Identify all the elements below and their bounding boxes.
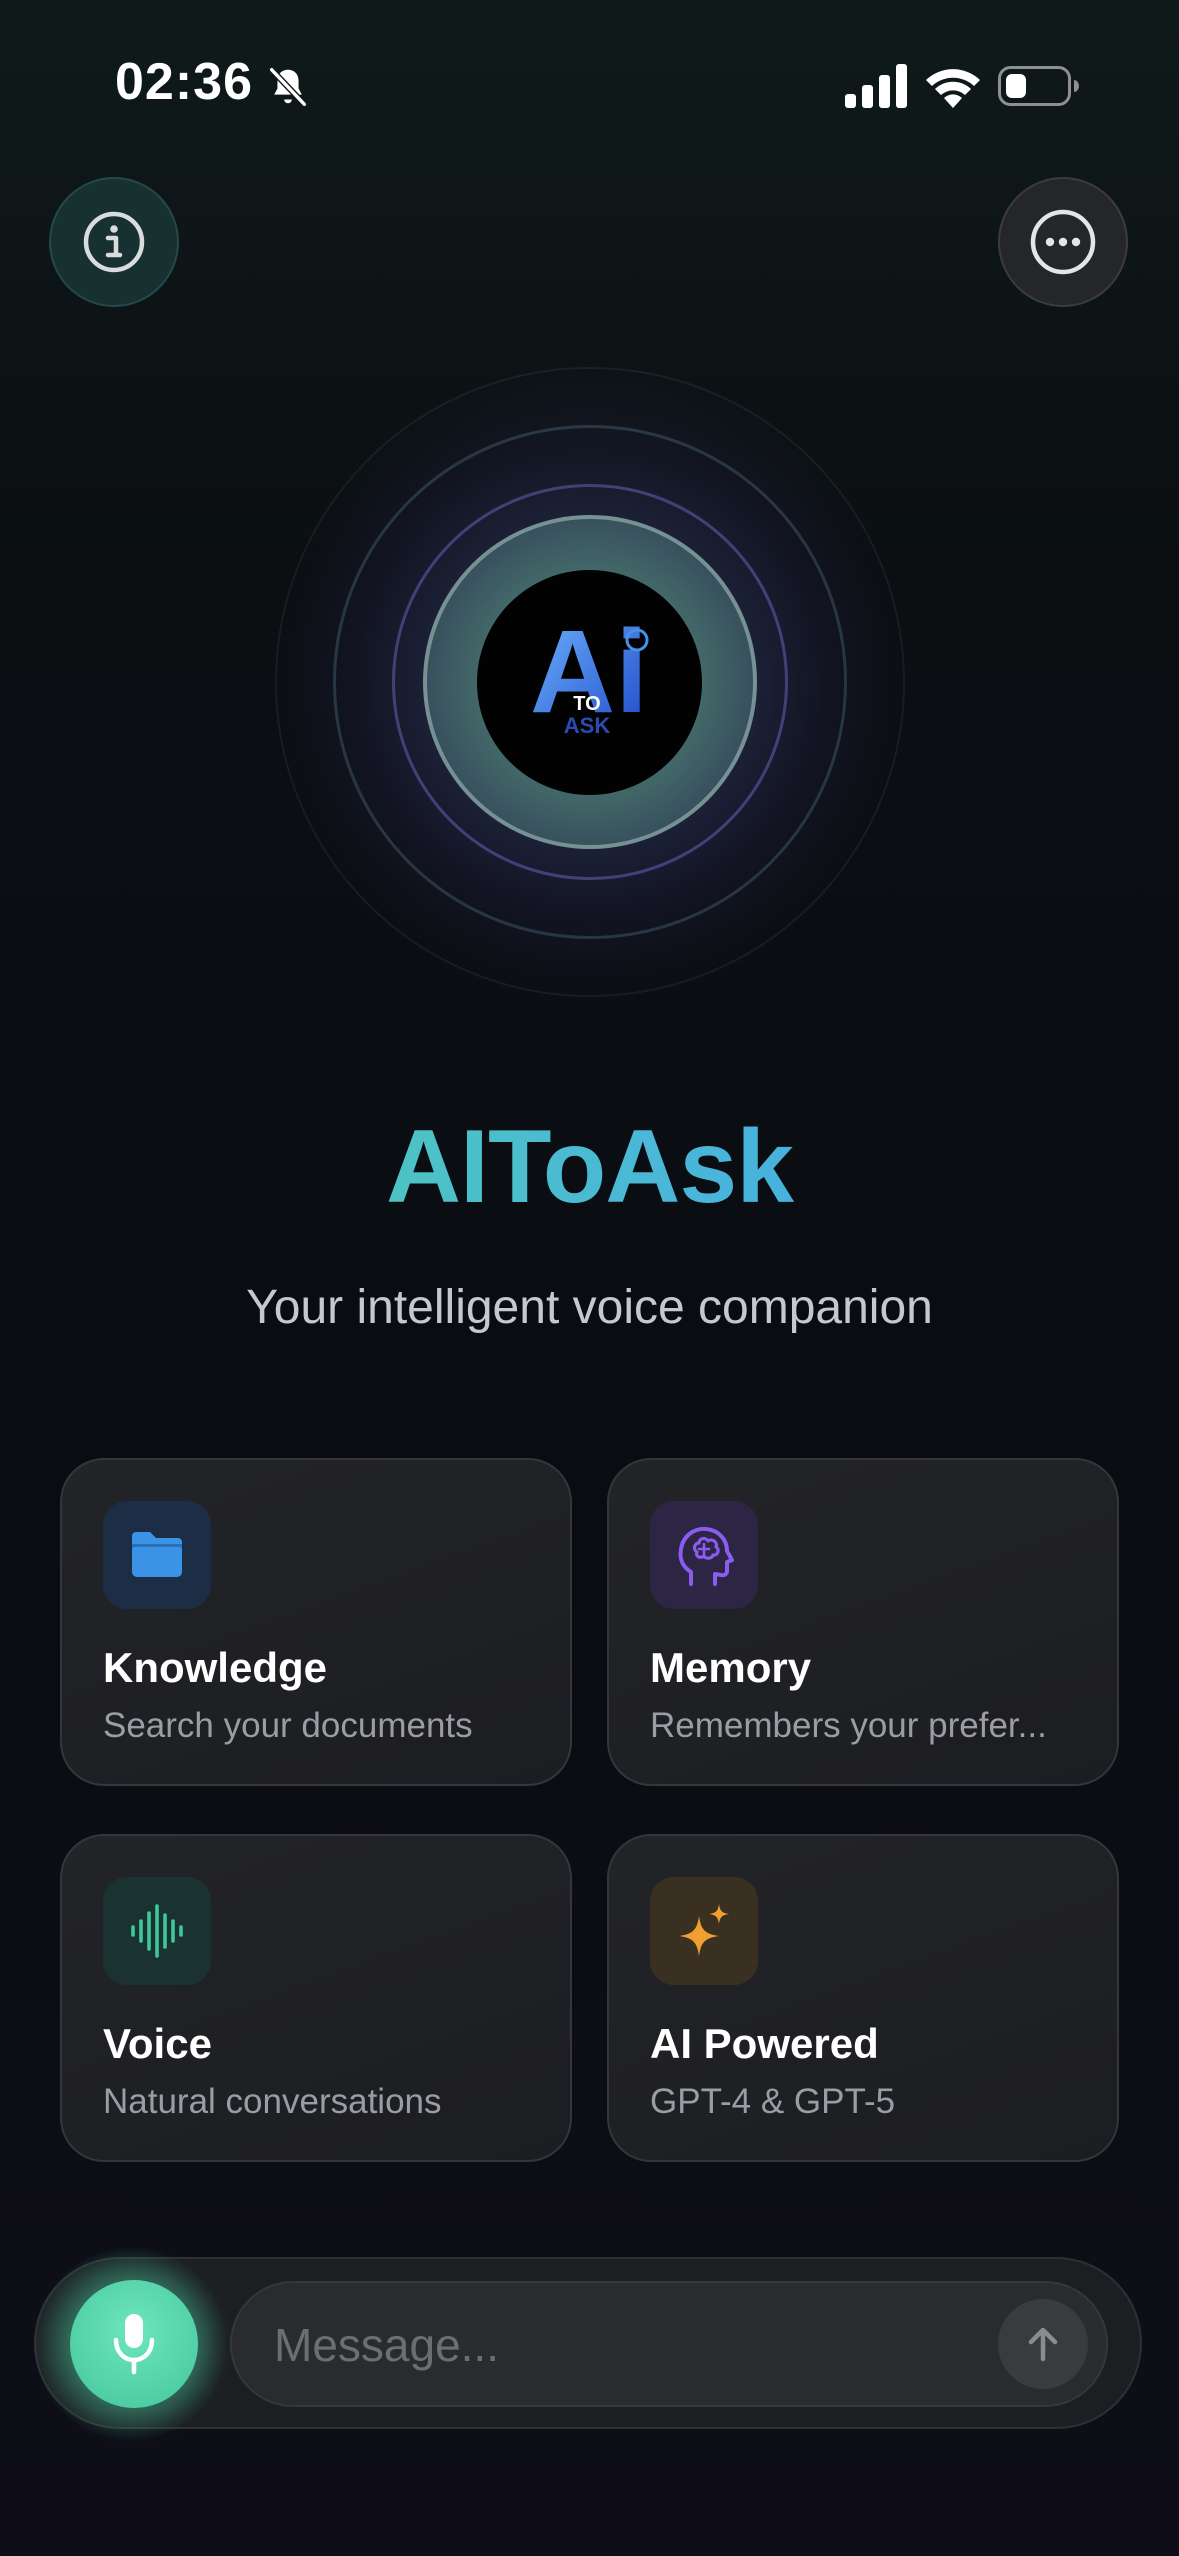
folder-icon <box>132 1532 182 1577</box>
more-button[interactable] <box>998 177 1128 307</box>
brain-head-icon <box>678 1526 734 1586</box>
brain-icon-tile <box>650 1501 758 1609</box>
info-button[interactable] <box>49 177 179 307</box>
sparkles-icon-tile <box>650 1877 758 1985</box>
app-logo[interactable]: Ai TO ASK <box>477 570 702 795</box>
folder-icon-tile <box>103 1501 211 1609</box>
app-subtitle: Your intelligent voice companion <box>246 1281 933 1334</box>
info-icon <box>83 211 145 273</box>
microphone-button[interactable] <box>70 2280 198 2408</box>
wifi-icon <box>926 69 980 108</box>
message-input[interactable] <box>272 2283 976 2407</box>
feature-title: Voice <box>103 2020 212 2067</box>
feature-description: Natural conversations <box>103 2082 442 2121</box>
microphone-icon <box>113 2314 155 2375</box>
feature-card-ai-powered[interactable]: AI Powered GPT-4 & GPT-5 <box>607 1834 1119 2162</box>
feature-card-knowledge[interactable]: Knowledge Search your documents <box>60 1458 572 1786</box>
waveform-icon-tile <box>103 1877 211 1985</box>
feature-title: Memory <box>650 1644 812 1691</box>
arrow-up-icon <box>1028 2327 1058 2362</box>
app-title: AIToAsk <box>0 1108 1179 1227</box>
logo-text-to: TO <box>573 693 600 715</box>
app-logo-mark: Ai TO ASK <box>530 606 649 738</box>
feature-description: Search your documents <box>103 1706 473 1745</box>
bell-muted-icon <box>269 67 307 107</box>
send-button[interactable] <box>998 2299 1088 2389</box>
message-field <box>230 2281 1108 2407</box>
waveform-icon <box>131 1904 183 1958</box>
cellular-signal-icon <box>845 64 907 108</box>
logo-text-ask: ASK <box>564 713 611 738</box>
feature-title: Knowledge <box>103 1644 328 1691</box>
feature-description: GPT-4 & GPT-5 <box>650 2082 896 2121</box>
feature-card-memory[interactable]: Memory Remembers your prefer... <box>607 1458 1119 1786</box>
more-dots-icon <box>1030 209 1096 275</box>
status-time: 02:36 <box>115 53 253 111</box>
feature-card-voice[interactable]: Voice Natural conversations <box>60 1834 572 2162</box>
feature-description: Remembers your prefer... <box>650 1706 1047 1745</box>
battery-icon <box>998 66 1079 106</box>
feature-title: AI Powered <box>650 2020 879 2067</box>
sparkles-icon <box>679 1904 729 1956</box>
